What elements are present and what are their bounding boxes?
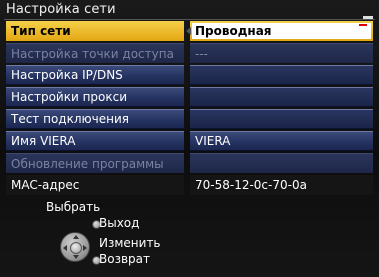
menu-item-connection-test[interactable]: Тест подключения (6, 109, 373, 129)
menu-item-label: Настройка IP/DNS (6, 65, 184, 85)
title-divider (4, 19, 375, 20)
software-update-value (190, 153, 373, 173)
arrow-right-icon (83, 245, 87, 251)
network-settings-screen: Настройка сети Тип сети Проводная Настро… (0, 0, 379, 277)
dpad-icon (60, 232, 90, 262)
menu-item-label: Обновление программы (6, 153, 184, 173)
menu-item-viera-name[interactable]: Имя VIERA VIERA (6, 131, 373, 151)
viera-name-value: VIERA (190, 131, 373, 151)
menu-item-mac-address: MAC-адрес 70-58-12-0c-70-0a (6, 175, 373, 195)
proxy-value (190, 87, 373, 107)
menu-item-label: Тест подключения (6, 109, 184, 129)
menu-item-label: Имя VIERA (6, 131, 184, 151)
help-exit-label: Выход (99, 216, 140, 230)
connection-test-value (190, 109, 373, 129)
indicator-icon (363, 16, 373, 19)
menu-item-label: Настройка точки доступа (6, 43, 184, 63)
menu-item-proxy[interactable]: Настройки прокси (6, 87, 373, 107)
mac-address-value: 70-58-12-0c-70-0a (190, 175, 373, 195)
menu-item-access-point: Настройка точки доступа --- (6, 43, 373, 63)
help-select-label: Выбрать (46, 200, 101, 214)
menu-item-label: Настройки прокси (6, 87, 184, 107)
settings-menu: Тип сети Проводная Настройка точки досту… (6, 21, 373, 197)
arrow-down-icon (73, 255, 79, 259)
ok-button-icon (70, 242, 82, 254)
menu-item-ip-dns[interactable]: Настройка IP/DNS (6, 65, 373, 85)
arrow-left-icon (63, 245, 67, 251)
network-type-selector[interactable]: Проводная (186, 21, 373, 41)
menu-item-label: MAC-адрес (6, 175, 184, 195)
page-title: Настройка сети (6, 2, 116, 17)
ip-dns-value (190, 65, 373, 85)
remote-help-legend: Выбрать Выход Изменить Возврат (0, 196, 379, 277)
indicator-icon (359, 24, 367, 26)
menu-item-software-update: Обновление программы (6, 153, 373, 173)
menu-item-label: Тип сети (6, 21, 184, 41)
help-change-label: Изменить (99, 236, 161, 250)
menu-item-network-type[interactable]: Тип сети Проводная (6, 21, 373, 41)
network-type-value: Проводная (195, 24, 272, 38)
arrow-up-icon (73, 235, 79, 239)
access-point-value: --- (190, 43, 373, 63)
arrow-left-icon[interactable] (186, 27, 191, 35)
help-return-label: Возврат (99, 252, 150, 266)
